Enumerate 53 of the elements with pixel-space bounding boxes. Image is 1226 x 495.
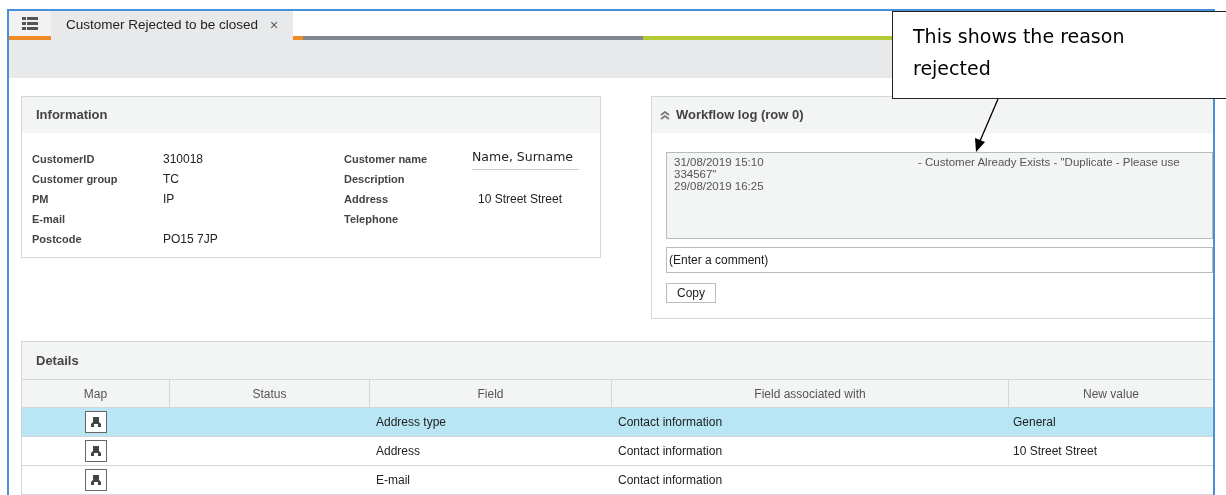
copy-button[interactable]: Copy <box>666 283 716 303</box>
chevrons-icon <box>660 110 670 120</box>
field-value: 10 Street Street <box>477 191 563 208</box>
panel-title: Details <box>36 351 79 370</box>
tab[interactable]: Customer Rejected to be closed × <box>51 11 294 41</box>
panel-title: Information <box>36 106 108 125</box>
column-header[interactable]: New value <box>1009 380 1213 407</box>
log-time: 29/08/2019 16:25 <box>674 180 765 192</box>
table-cell-text: General <box>1013 414 1056 431</box>
person-icon <box>90 416 102 428</box>
callout-text: This shows the reason rejected <box>913 25 1125 79</box>
table-cell-text: Contact information <box>618 472 723 489</box>
collapse-button[interactable] <box>660 110 670 120</box>
field-value: 310018 <box>163 151 204 168</box>
field-value: IP <box>163 191 175 208</box>
table-cell-text: Contact information <box>618 443 723 460</box>
map-button[interactable] <box>85 440 107 462</box>
table-row[interactable]: E-mail Contact information <box>22 466 1213 495</box>
menu-button[interactable] <box>9 11 51 41</box>
field-value: TC <box>163 171 179 188</box>
table-cell-text: 10 Street Street <box>1013 443 1098 460</box>
field-label: E-mail <box>32 211 66 227</box>
table-cell-text: Address <box>376 443 421 460</box>
field-label: Customer group <box>32 171 119 187</box>
column-header[interactable]: Map <box>22 380 170 407</box>
field-label: Description <box>344 171 406 187</box>
person-icon <box>90 445 102 457</box>
field-label: Customer name <box>344 151 429 167</box>
log-message: 334567" <box>674 168 717 180</box>
table-row[interactable]: Address type Contact information General <box>22 408 1213 437</box>
table-cell-text: E-mail <box>376 472 410 489</box>
table-cell-text: Contact information <box>618 414 723 431</box>
close-button[interactable]: × <box>270 15 279 37</box>
field-label: Postcode <box>32 231 83 247</box>
field-label: Address <box>344 191 390 207</box>
column-header[interactable]: Status <box>170 380 370 407</box>
field-label: PM <box>32 191 50 207</box>
map-button[interactable] <box>85 411 107 433</box>
person-icon <box>90 474 102 486</box>
comment-field[interactable]: (Enter a comment) <box>666 247 1213 273</box>
table-row[interactable]: Address Contact information 10 Street Street <box>22 437 1213 466</box>
list-icon <box>22 16 38 31</box>
field-value: PO15 7JP <box>163 231 218 248</box>
column-header[interactable]: Field associated with <box>612 380 1009 407</box>
name-field[interactable]: Name, Surname <box>472 148 580 170</box>
log-time: 31/08/2019 15:10 <box>674 156 765 168</box>
log-message: - Customer Already Exists - "Duplicate - Please use <box>918 156 1180 168</box>
table-cell-text: Address type <box>376 414 447 431</box>
field-label: CustomerID <box>32 151 96 167</box>
column-header[interactable]: Field <box>370 380 612 407</box>
field-label: Telephone <box>344 211 400 227</box>
map-button[interactable] <box>85 469 107 491</box>
panel-title: Workflow log (row 0) <box>676 106 804 125</box>
